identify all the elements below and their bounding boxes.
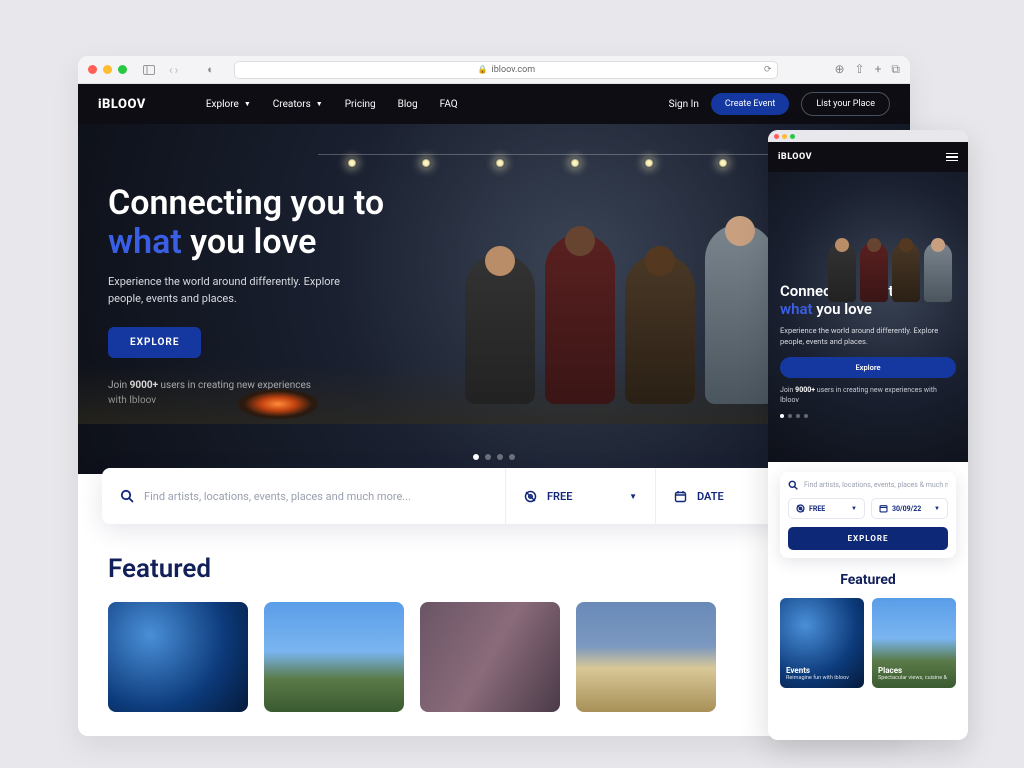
download-icon[interactable]: ⊕ [834,62,844,77]
calendar-icon [879,504,888,513]
minimize-icon[interactable] [103,65,112,74]
chevron-down-icon: ▼ [851,505,857,512]
pager-dot[interactable] [796,414,800,418]
nav-blog[interactable]: Blog [398,99,418,110]
share-icon[interactable]: ⇧ [855,62,865,77]
mobile-search: FREE ▼ 30/09/22 ▼ EXPLORE [780,472,956,558]
pager-dot[interactable] [497,454,503,460]
nav-arrows: ‹ › [169,63,178,77]
target-icon [796,504,805,513]
mobile-featured: Featured EventsReimagine fun with ibloov… [768,558,968,688]
list-place-button[interactable]: List your Place [801,92,890,116]
forward-icon[interactable]: › [175,63,179,77]
pager-dot[interactable] [804,414,808,418]
hero-cta-button[interactable]: Explore [780,357,956,378]
sidebar-toggle-icon[interactable] [143,65,155,75]
people-graphic [820,202,960,302]
minimize-icon[interactable] [782,134,787,139]
browser-toolbar-right: ⊕ ⇧ + ⧉ [834,62,900,77]
price-filter[interactable]: FREE ▼ [788,498,865,519]
refresh-icon[interactable]: ⟳ [764,65,772,75]
close-icon[interactable] [88,65,97,74]
back-icon[interactable]: ‹ [169,63,173,77]
nav-faq[interactable]: FAQ [440,99,458,110]
featured-card-events[interactable]: EventsReimagine fun with ibloov [780,598,864,688]
chevron-down-icon: ▼ [244,100,251,108]
logo[interactable]: iBLOOV [778,152,812,162]
search-icon [120,489,134,503]
featured-heading: Featured [108,554,880,584]
pager-dot[interactable] [473,454,479,460]
site-nav: iBLOOV Explore▼ Creators▼ Pricing Blog F… [78,84,910,124]
url-host: ibloov.com [492,65,536,75]
featured-card[interactable] [264,602,404,712]
pager-dot[interactable] [509,454,515,460]
price-filter[interactable]: FREE ▼ [506,468,656,524]
create-event-button[interactable]: Create Event [711,93,789,115]
search-input-cell[interactable] [788,480,948,490]
tabs-icon[interactable]: ⧉ [891,62,900,77]
chevron-down-icon: ▼ [934,505,940,512]
hero-pager[interactable] [780,414,956,418]
maximize-icon[interactable] [790,134,795,139]
pager-dot[interactable] [788,414,792,418]
featured-card[interactable] [576,602,716,712]
featured-card-places[interactable]: PlacesSpectacular views, cuisine & [872,598,956,688]
mobile-nav: iBLOOV [768,142,968,172]
hero-subtext: Experience the world around differently.… [108,274,368,307]
hero-subtext: Experience the world around differently.… [780,326,956,347]
url-bar[interactable]: ◐ 🔒 ibloov.com ⟳ [234,61,778,79]
featured-card[interactable] [420,602,560,712]
chevron-down-icon: ▼ [316,100,323,108]
maximize-icon[interactable] [118,65,127,74]
mobile-browser-chrome [768,130,968,142]
pager-dot[interactable] [485,454,491,460]
featured-card[interactable] [108,602,248,712]
sign-in-link[interactable]: Sign In [669,99,699,110]
featured-cards [108,602,880,712]
hero-cta-button[interactable]: EXPLORE [108,327,201,358]
logo[interactable]: iBLOOV [98,97,146,112]
featured-heading: Featured [780,572,956,588]
calendar-icon [674,490,687,503]
lock-icon: 🔒 [478,65,488,74]
nav-items: Explore▼ Creators▼ Pricing Blog FAQ [206,99,458,110]
shield-icon[interactable]: ◐ [207,63,214,76]
hero-join-text: Join 9000+ users in creating new experie… [780,386,956,406]
search-input-cell[interactable] [102,468,506,524]
hero-pager[interactable] [473,454,515,460]
browser-chrome: ‹ › ◐ 🔒 ibloov.com ⟳ ⊕ ⇧ + ⧉ [78,56,910,84]
nav-creators[interactable]: Creators▼ [273,99,323,110]
nav-explore[interactable]: Explore▼ [206,99,251,110]
traffic-lights [88,65,127,74]
nav-pricing[interactable]: Pricing [345,99,376,110]
search-submit-button[interactable]: EXPLORE [788,527,948,550]
search-input[interactable] [144,490,487,503]
search-input[interactable] [804,481,948,489]
new-tab-icon[interactable]: + [875,62,882,77]
mobile-browser-window: iBLOOV Connecting you to what you love E… [768,130,968,740]
target-icon [524,490,537,503]
search-icon [788,480,798,490]
featured-cards: EventsReimagine fun with ibloov PlacesSp… [780,598,956,688]
menu-icon[interactable] [946,153,958,162]
close-icon[interactable] [774,134,779,139]
firepit-graphic [238,389,318,419]
nav-right: Sign In Create Event List your Place [669,92,890,116]
mobile-hero: Connecting you to what you love Experien… [768,172,968,462]
date-filter[interactable]: 30/09/22 ▼ [871,498,948,519]
pager-dot[interactable] [780,414,784,418]
chevron-down-icon: ▼ [629,492,637,501]
